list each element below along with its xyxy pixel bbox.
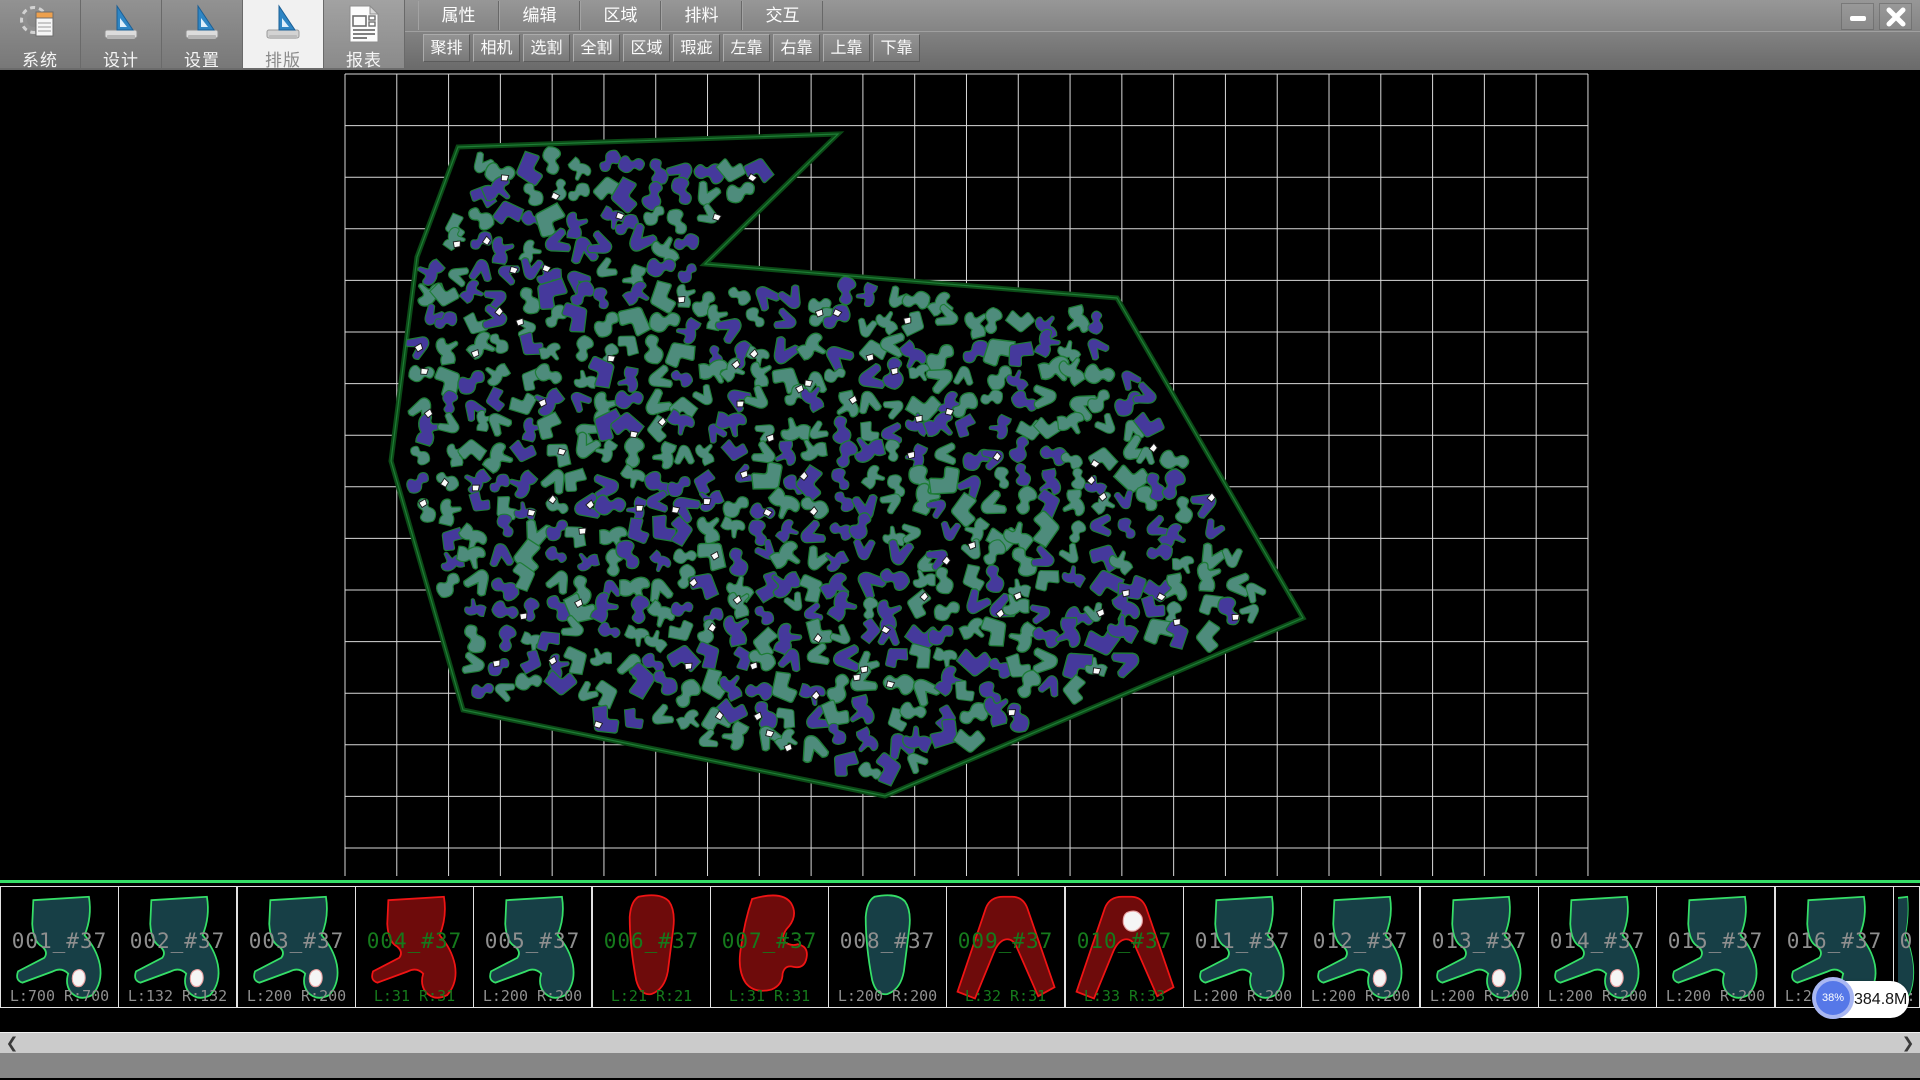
- menu-bar: 属性编辑区域排料交互: [418, 1, 823, 30]
- thumbnail-cell-15[interactable]: 015_#37 L:200 R:200: [1656, 886, 1775, 1008]
- thumbnail-cell-1[interactable]: 001_#37 L:700 R:700: [0, 886, 119, 1008]
- minimize-button[interactable]: [1841, 3, 1874, 30]
- thumbnail-cell-5[interactable]: 005_#37 L:200 R:200: [473, 886, 592, 1008]
- piece-id-label: 016_#37: [1776, 929, 1893, 953]
- menu-item-3[interactable]: 区域: [580, 1, 661, 30]
- thumbnail-cell-6[interactable]: 006_#37 L:21 R:21: [592, 886, 711, 1008]
- thumbnail-cell-9[interactable]: 009_#37 L:32 R:31: [946, 886, 1065, 1008]
- piece-lr-count: L:21 R:21: [593, 987, 710, 1005]
- ribbon-tabs: 系统设计设置排版报表: [0, 0, 405, 68]
- toolbar-button-9[interactable]: 上靠: [823, 34, 870, 62]
- menu-item-1[interactable]: 属性: [418, 1, 499, 30]
- piece-id-label: 003_#37: [238, 929, 355, 953]
- close-icon: [1885, 7, 1907, 27]
- piece-id-label: 008_#37: [829, 929, 946, 953]
- thumbnail-cell-2[interactable]: 002_#37 L:132 R:132: [118, 886, 237, 1008]
- piece-lr-count: L:200 R:200: [238, 987, 355, 1005]
- menu-item-5[interactable]: 交互: [742, 1, 823, 30]
- piece-id-label: 014_#37: [1539, 929, 1656, 953]
- ribbon-tab-5[interactable]: 报表: [324, 0, 405, 68]
- piece-lr-count: L:200 R:200: [474, 987, 591, 1005]
- piece-lr-count: L:200 R:200: [1184, 987, 1301, 1005]
- piece-id-label: 007_#37: [711, 929, 828, 953]
- system-gear-icon: [19, 3, 61, 45]
- piece-lr-count: L:31 R:31: [356, 987, 473, 1005]
- ribbon-tab-label: 系统: [0, 46, 80, 71]
- toolbar-buttons: 聚排相机选割全割区域瑕疵左靠右靠上靠下靠: [423, 34, 920, 62]
- thumbnail-cell-3[interactable]: 003_#37 L:200 R:200: [237, 886, 356, 1008]
- piece-id-label: 006_#37: [593, 929, 710, 953]
- status-bar: [0, 1053, 1920, 1078]
- progress-percent: 38%: [1822, 992, 1844, 1004]
- thumbnail-cell-4[interactable]: 004_#37 L:31 R:31: [355, 886, 474, 1008]
- toolbar-button-6[interactable]: 瑕疵: [673, 34, 720, 62]
- thumbnail-cell-10[interactable]: 010_#37 L:33 R:33: [1065, 886, 1184, 1008]
- memory-value: 384.8M: [1854, 981, 1906, 1018]
- piece-id-label: 012_#37: [1302, 929, 1419, 953]
- toolbar-button-4[interactable]: 全割: [573, 34, 620, 62]
- toolbar-button-5[interactable]: 区域: [623, 34, 670, 62]
- window-controls: [1841, 3, 1912, 30]
- piece-id-label: 005_#37: [474, 929, 591, 953]
- piece-lr-count: L:32 R:31: [947, 987, 1064, 1005]
- settings-setsquare-icon: [181, 3, 223, 45]
- piece-id-label: 002_#37: [119, 929, 236, 953]
- piece-lr-count: L:200 R:200: [1657, 987, 1774, 1005]
- piece-id-label: 011_#37: [1184, 929, 1301, 953]
- scroll-left-icon[interactable]: ❮: [0, 1033, 24, 1054]
- piece-id-label: 004_#37: [356, 929, 473, 953]
- minimize-icon: [1847, 7, 1869, 27]
- piece-lr-count: L:33 R:33: [1066, 987, 1183, 1005]
- ribbon-tab-2[interactable]: 设计: [81, 0, 162, 68]
- ribbon-tab-label: 设计: [81, 46, 161, 71]
- piece-lr-count: L:200 R:200: [1421, 987, 1538, 1005]
- piece-id-label: 009_#37: [947, 929, 1064, 953]
- toolbar-button-8[interactable]: 右靠: [773, 34, 820, 62]
- ribbon-tab-3[interactable]: 设置: [162, 0, 243, 68]
- menu-item-4[interactable]: 排料: [661, 1, 742, 30]
- thumbnail-cell-12[interactable]: 012_#37 L:200 R:200: [1301, 886, 1420, 1008]
- thumbnail-cell-8[interactable]: 008_#37 L:200 R:200: [828, 886, 947, 1008]
- strip-top-line: [0, 880, 1920, 883]
- piece-lr-count: L:31 R:31: [711, 987, 828, 1005]
- title-bar: 系统设计设置排版报表 属性编辑区域排料交互 聚排相机选割全割区域瑕疵左靠右靠上靠…: [0, 0, 1920, 70]
- menu-item-2[interactable]: 编辑: [499, 1, 580, 30]
- piece-lr-count: L:200 R:200: [829, 987, 946, 1005]
- toolbar-button-7[interactable]: 左靠: [723, 34, 770, 62]
- ribbon-tab-label: 排版: [243, 46, 323, 71]
- thumbnail-cell-13[interactable]: 013_#37 L:200 R:200: [1420, 886, 1539, 1008]
- toolbar-button-10[interactable]: 下靠: [873, 34, 920, 62]
- piece-lr-count: L:200 R:200: [1539, 987, 1656, 1005]
- report-document-icon: [343, 3, 385, 45]
- piece-id-label: 010_#37: [1066, 929, 1183, 953]
- thumbnail-cell-11[interactable]: 011_#37 L:200 R:200: [1183, 886, 1302, 1008]
- ribbon-tab-label: 报表: [324, 46, 404, 71]
- thumbnail-cell-7[interactable]: 007_#37 L:31 R:31: [710, 886, 829, 1008]
- close-button[interactable]: [1879, 3, 1912, 30]
- piece-id-label: 015_#37: [1657, 929, 1774, 953]
- progress-circle[interactable]: 38%: [1812, 977, 1854, 1019]
- piece-lr-count: L:700 R:700: [1, 987, 118, 1005]
- piece-thumbnail-strip: 001_#37L:700 R:700002_#37L:132 R:132003_…: [0, 886, 1920, 1008]
- toolbar-button-3[interactable]: 选割: [523, 34, 570, 62]
- scroll-right-icon[interactable]: ❯: [1896, 1033, 1920, 1054]
- toolbar-button-1[interactable]: 聚排: [423, 34, 470, 62]
- horizontal-scrollbar[interactable]: ❮ ❯: [0, 1032, 1920, 1053]
- piece-id-label: 001_#37: [1, 929, 118, 953]
- piece-lr-count: L:132 R:132: [119, 987, 236, 1005]
- piece-id-label: 013_#37: [1421, 929, 1538, 953]
- ribbon-tab-1[interactable]: 系统: [0, 0, 81, 68]
- piece-lr-count: L:200 R:200: [1302, 987, 1419, 1005]
- ribbon-tab-label: 设置: [162, 46, 242, 71]
- toolbar-button-2[interactable]: 相机: [473, 34, 520, 62]
- main-canvas[interactable]: [0, 70, 1920, 880]
- piece-id-label: 0: [1894, 929, 1919, 953]
- application-window: 系统设计设置排版报表 属性编辑区域排料交互 聚排相机选割全割区域瑕疵左靠右靠上靠…: [0, 0, 1920, 1080]
- layout-setsquare-icon: [262, 3, 304, 45]
- design-setsquare-icon: [100, 3, 142, 45]
- ribbon-tab-4[interactable]: 排版: [243, 0, 324, 68]
- thumbnail-cell-14[interactable]: 014_#37 L:200 R:200: [1538, 886, 1657, 1008]
